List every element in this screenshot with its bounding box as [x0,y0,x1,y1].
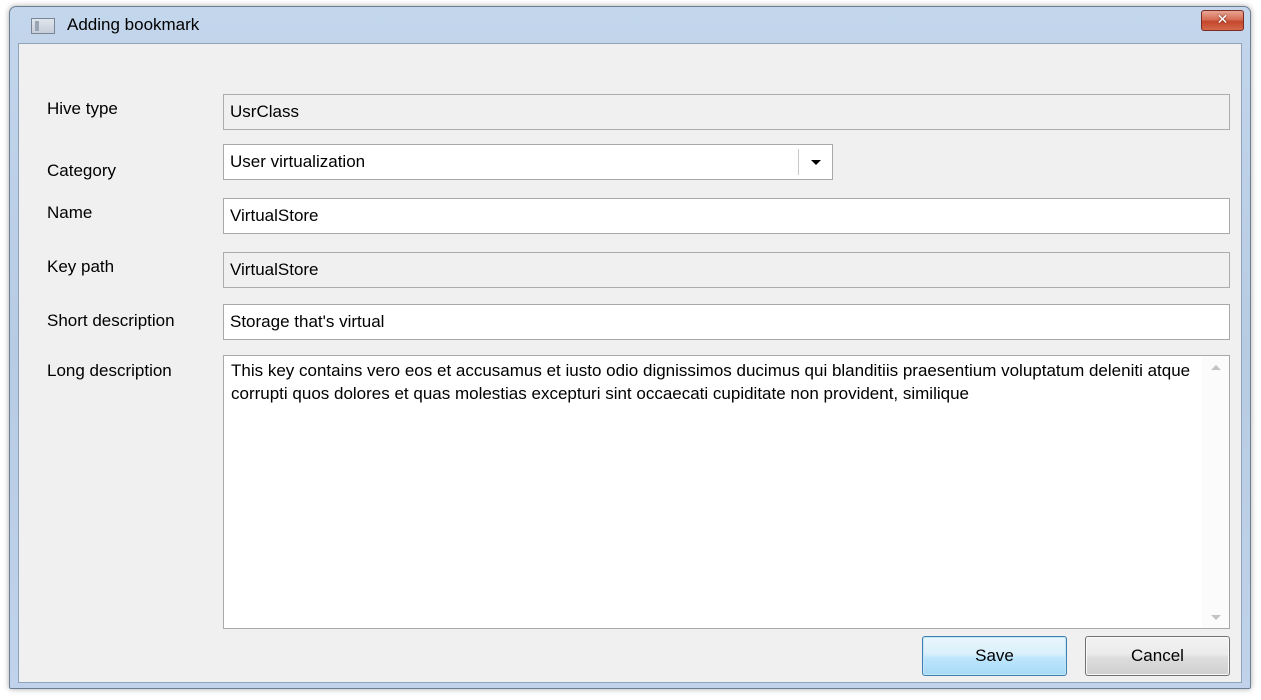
name-input[interactable]: VirtualStore [223,198,1230,234]
close-icon: ✕ [1216,12,1229,28]
key-path-label: Key path [47,257,115,276]
vertical-scrollbar[interactable] [1202,356,1229,628]
close-button[interactable]: ✕ [1201,10,1244,31]
save-button[interactable]: Save [922,636,1067,676]
name-label: Name [47,203,93,222]
hive-type-field: UsrClass [223,94,1230,130]
long-description-textarea[interactable]: This key contains vero eos et accusamus … [223,355,1230,629]
category-selected-value: User virtualization [230,152,366,171]
short-description-input[interactable]: Storage that's virtual [223,304,1230,340]
window-title: Adding bookmark [67,15,200,34]
dialog-window: Adding bookmark ✕ Hive type UsrClass Cat… [9,6,1251,689]
short-description-label: Short description [47,311,175,330]
long-description-text: This key contains vero eos et accusamus … [231,361,1191,403]
long-description-label: Long description [47,361,172,380]
scroll-up-icon[interactable] [1202,356,1229,376]
scroll-down-icon[interactable] [1202,608,1229,628]
category-dropdown[interactable]: User virtualization [223,144,833,180]
key-path-field: VirtualStore [223,252,1230,288]
cancel-button[interactable]: Cancel [1085,636,1230,676]
chevron-down-icon[interactable] [799,145,832,179]
dialog-body: Hive type UsrClass Category User virtual… [18,43,1242,683]
category-label: Category [47,161,116,180]
title-bar[interactable]: Adding bookmark ✕ [10,7,1250,43]
window-icon [31,18,55,34]
hive-type-label: Hive type [47,99,118,118]
